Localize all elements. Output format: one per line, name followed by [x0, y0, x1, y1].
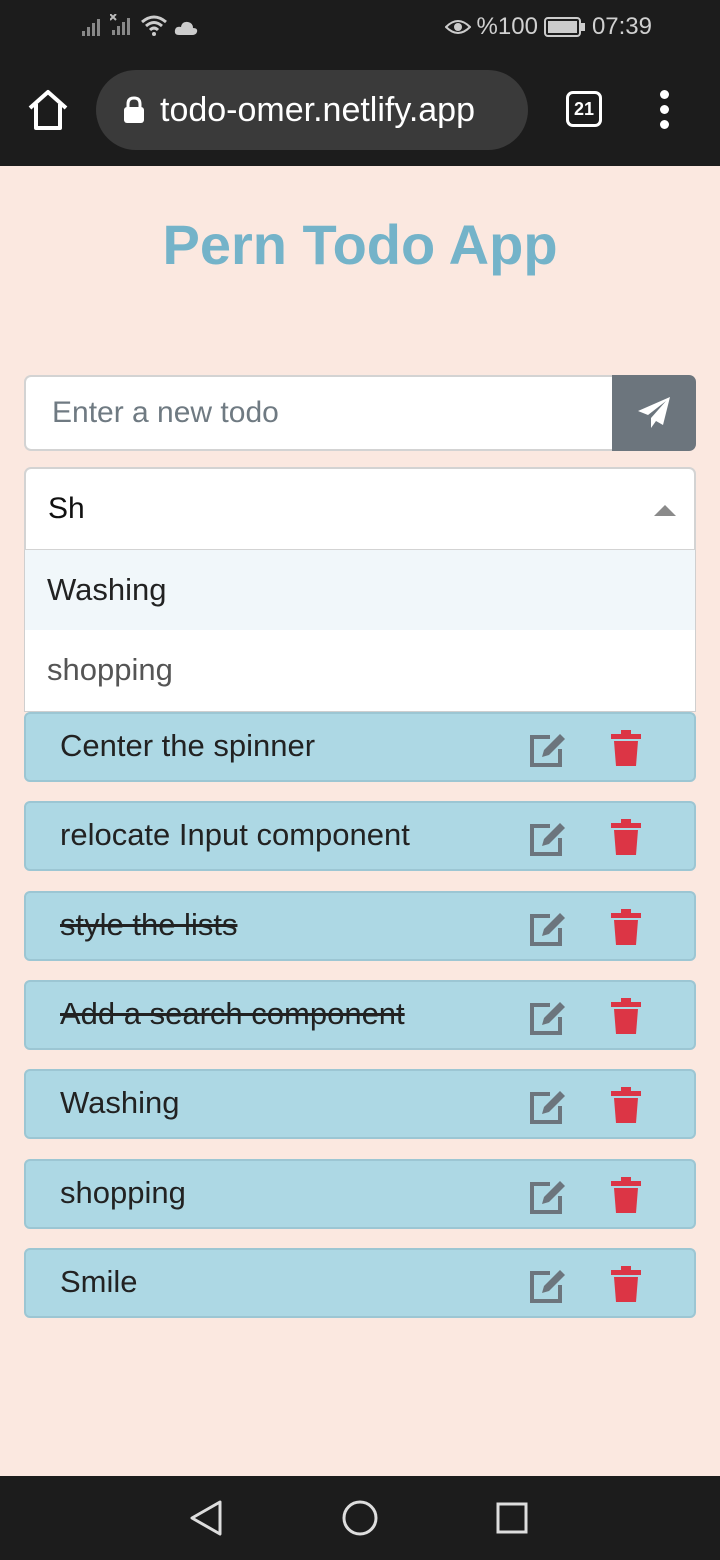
- dropdown-option[interactable]: shopping: [25, 630, 695, 710]
- todo-item: Add a search component: [24, 980, 696, 1050]
- trash-icon[interactable]: [611, 730, 641, 766]
- trash-icon[interactable]: [611, 819, 641, 855]
- todo-text: relocate Input component: [60, 817, 410, 852]
- edit-icon[interactable]: [528, 910, 568, 948]
- trash-icon[interactable]: [611, 1266, 641, 1302]
- lock-icon: [124, 96, 144, 123]
- todo-text: style the lists: [60, 907, 238, 942]
- tabs-icon[interactable]: 21: [566, 91, 602, 127]
- edit-icon[interactable]: [528, 1178, 568, 1216]
- home-circle-icon[interactable]: [341, 1498, 379, 1538]
- trash-icon[interactable]: [611, 1177, 641, 1213]
- todo-item: Smile: [24, 1248, 696, 1318]
- todo-item: style the lists: [24, 891, 696, 961]
- battery-icon: [543, 17, 585, 37]
- status-right: %100 07:39: [444, 13, 652, 41]
- menu-icon[interactable]: [652, 90, 676, 130]
- back-icon[interactable]: [188, 1498, 224, 1538]
- address-bar[interactable]: todo-omer.netlify.app: [96, 70, 528, 150]
- trash-icon[interactable]: [611, 998, 641, 1034]
- todo-text: Center the spinner: [60, 728, 316, 763]
- system-nav-bar: [0, 1476, 720, 1560]
- clock: 07:39: [591, 13, 652, 40]
- browser-toolbar: todo-omer.netlify.app 21: [0, 56, 720, 166]
- no-signal-icon: [110, 14, 130, 35]
- cloud-icon: [174, 21, 198, 35]
- url-text: todo-omer.netlify.app: [160, 90, 475, 129]
- edit-icon[interactable]: [528, 1267, 568, 1305]
- paper-plane-icon: [638, 397, 670, 428]
- signal-icon: [82, 19, 100, 36]
- search-dropdown: Washing shopping: [24, 550, 696, 712]
- todo-text: Smile: [60, 1264, 138, 1299]
- todo-text: Add a search component: [60, 996, 405, 1031]
- search-input[interactable]: Sh: [24, 467, 696, 551]
- dropdown-option[interactable]: Washing: [25, 550, 695, 630]
- recents-icon[interactable]: [494, 1498, 530, 1538]
- todo-item: Center the spinner: [24, 712, 696, 782]
- todo-text: shopping: [60, 1175, 186, 1210]
- signal-icons: [82, 14, 198, 36]
- wifi-icon: [141, 15, 167, 36]
- edit-icon[interactable]: [528, 1088, 568, 1126]
- todo-item: shopping: [24, 1159, 696, 1229]
- trash-icon[interactable]: [611, 909, 641, 945]
- todo-item: relocate Input component: [24, 801, 696, 871]
- status-bar: %100 07:39: [0, 0, 720, 56]
- submit-button[interactable]: [612, 375, 696, 451]
- caret-up-icon[interactable]: [654, 505, 676, 516]
- search-value: Sh: [48, 492, 85, 525]
- battery-percent: %100: [476, 13, 538, 40]
- edit-icon[interactable]: [528, 820, 568, 858]
- todo-form: [24, 375, 696, 451]
- todo-item: Washing: [24, 1069, 696, 1139]
- page-title: Pern Todo App: [162, 213, 558, 276]
- todo-text: Washing: [60, 1085, 180, 1120]
- eye-icon: [444, 20, 471, 34]
- edit-icon[interactable]: [528, 731, 568, 769]
- edit-icon[interactable]: [528, 999, 568, 1037]
- trash-icon[interactable]: [611, 1087, 641, 1123]
- new-todo-input[interactable]: [24, 375, 612, 451]
- home-icon[interactable]: [24, 86, 72, 134]
